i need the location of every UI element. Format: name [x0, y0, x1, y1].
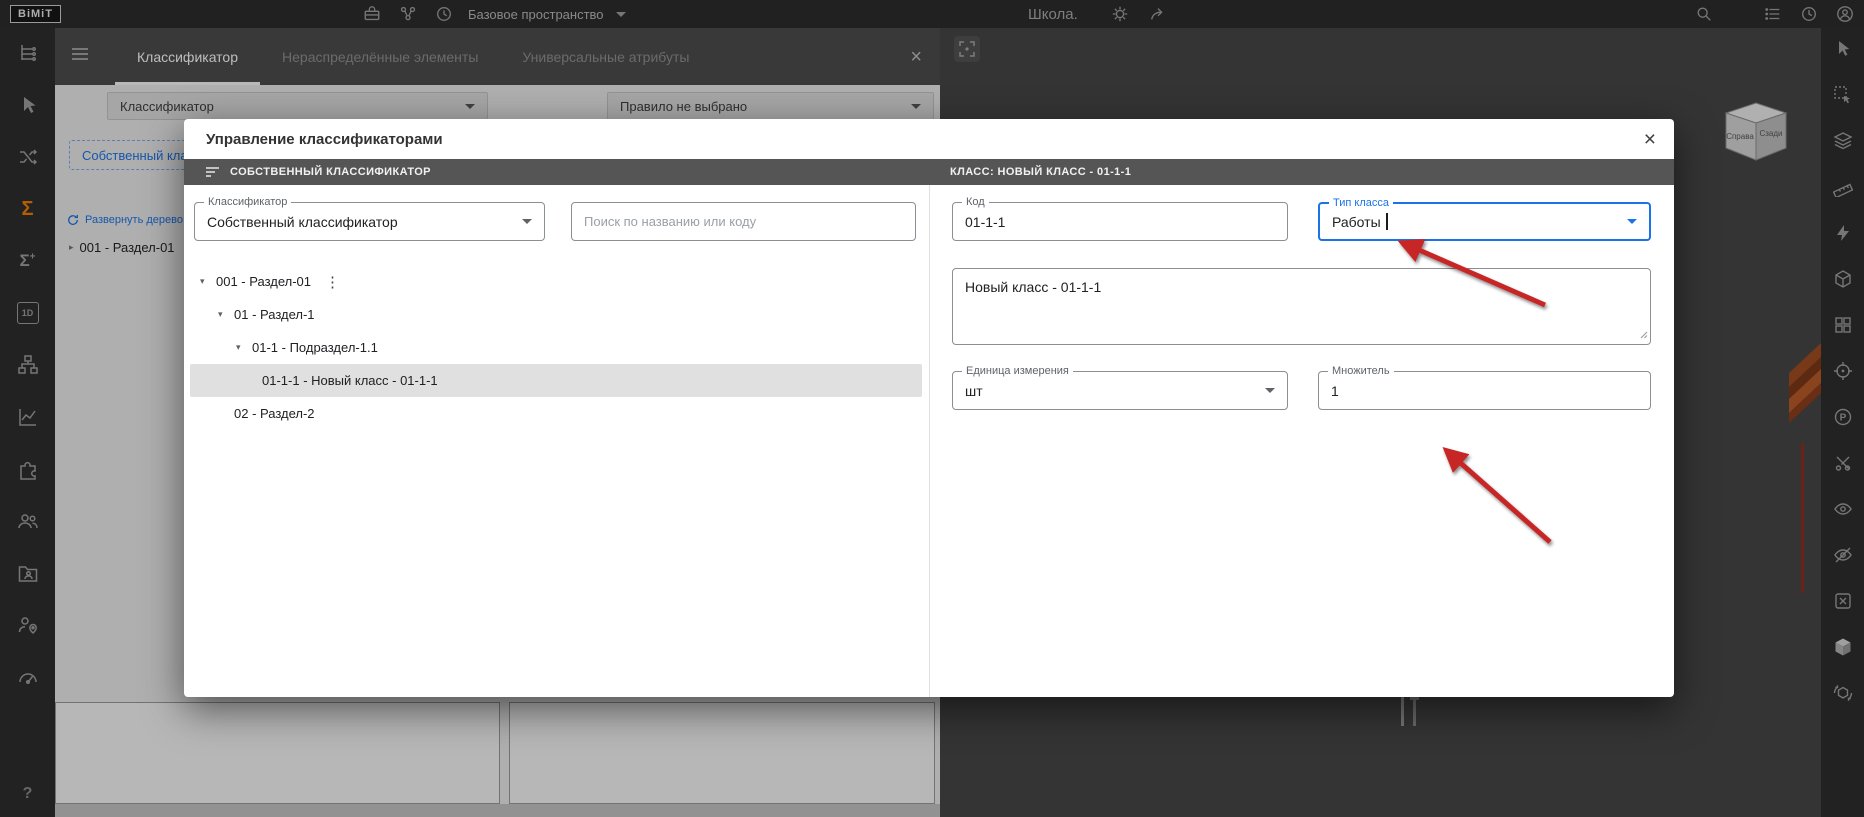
- text-cursor: [1385, 213, 1388, 230]
- tree-row-root[interactable]: ▾ 001 - Раздел-01 ⋮: [184, 265, 928, 298]
- modal-search-input[interactable]: [571, 202, 916, 241]
- modal-classifier-tree: ▾ 001 - Раздел-01 ⋮ ▾ 01 - Раздел-1 ▾ 01…: [184, 265, 928, 430]
- chevron-down-icon[interactable]: ▾: [200, 276, 216, 287]
- modal-classifier-select[interactable]: Классификатор Собственный классификатор: [194, 196, 545, 241]
- code-field[interactable]: Код 01-1-1: [952, 196, 1288, 241]
- tree-row-section2[interactable]: 02 - Раздел-2: [184, 397, 928, 430]
- subheader-left-title: СОБСТВЕННЫЙ КЛАССИФИКАТОР: [230, 166, 431, 178]
- sort-icon[interactable]: [205, 166, 220, 178]
- chevron-down-icon[interactable]: ▾: [236, 342, 252, 353]
- multiplier-field[interactable]: Множитель 1: [1318, 365, 1651, 410]
- chevron-down-icon: [522, 219, 532, 224]
- tree-row-subsection[interactable]: ▾ 01-1 - Подраздел-1.1: [184, 331, 928, 364]
- dialog-subheader: СОБСТВЕННЫЙ КЛАССИФИКАТОР КЛАСС: НОВЫЙ К…: [184, 159, 1674, 185]
- chevron-down-icon: [1627, 219, 1637, 224]
- kebab-menu-icon[interactable]: ⋮: [325, 273, 341, 291]
- subheader-right-title: КЛАСС: НОВЫЙ КЛАСС - 01-1-1: [950, 166, 1132, 178]
- dialog-title: Управление классификаторами: [206, 130, 443, 148]
- tree-row-selected-class[interactable]: 01-1-1 - Новый класс - 01-1-1: [190, 364, 922, 397]
- chevron-down-icon: [1265, 388, 1275, 393]
- dialog-close-button[interactable]: ×: [1644, 129, 1656, 150]
- class-type-select[interactable]: Тип класса Работы: [1318, 197, 1651, 241]
- class-name-textarea[interactable]: Новый класс - 01-1-1: [952, 268, 1651, 345]
- panel-divider: [929, 185, 930, 697]
- classifier-management-dialog: Управление классификаторами × СОБСТВЕННЫ…: [184, 119, 1674, 697]
- unit-select[interactable]: Единица измерения шт: [952, 365, 1288, 410]
- dialog-title-bar: Управление классификаторами ×: [184, 119, 1674, 159]
- tree-row-section1[interactable]: ▾ 01 - Раздел-1: [184, 298, 928, 331]
- resize-handle-icon[interactable]: [1638, 326, 1648, 342]
- chevron-down-icon[interactable]: ▾: [218, 309, 234, 320]
